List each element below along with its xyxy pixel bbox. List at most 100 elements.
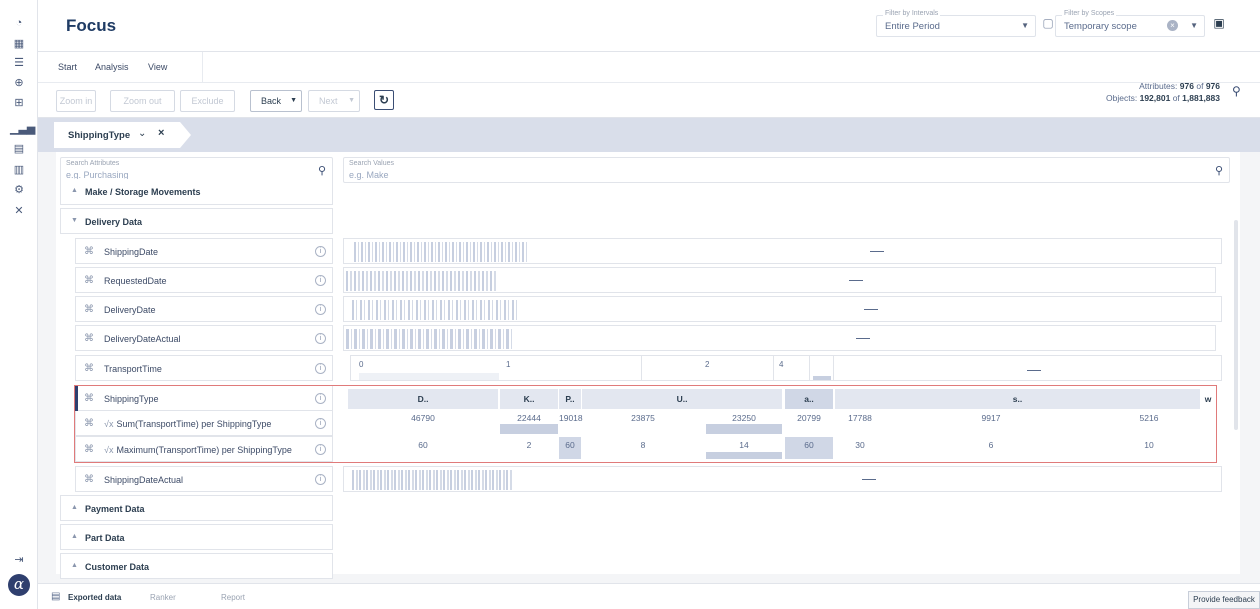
sum-value[interactable]: 20799 <box>785 413 833 423</box>
sum-value[interactable]: 46790 <box>348 413 498 423</box>
category-header[interactable]: P.. <box>559 389 581 409</box>
sum-value[interactable]: 22444 <box>500 413 558 423</box>
max-value[interactable]: 8 <box>582 440 704 450</box>
dashboard-icon[interactable]: ◔ <box>10 16 28 30</box>
layers-icon[interactable]: ☰ <box>10 56 28 70</box>
value-bar-delivery-date[interactable] <box>343 296 1222 322</box>
back-button[interactable]: Back ▼ <box>250 90 302 112</box>
max-value[interactable]: 10 <box>1097 440 1201 450</box>
tab-ranker[interactable]: Ranker <box>150 593 176 602</box>
sum-value[interactable]: 9917 <box>886 413 1096 423</box>
tab-view[interactable]: View <box>148 62 167 72</box>
tab-analysis[interactable]: Analysis <box>95 62 129 72</box>
sum-value[interactable]: 19018 <box>559 413 583 423</box>
search-icon[interactable]: ⚲ <box>318 164 326 177</box>
provide-feedback-button[interactable]: Provide feedback <box>1188 591 1260 609</box>
bin-divider <box>773 356 774 380</box>
value-bar-requested-date[interactable] <box>343 267 1216 293</box>
scope-filter-label: Filter by Scopes <box>1062 10 1117 17</box>
group-make[interactable]: ▲ Make / Storage Movements <box>60 179 333 205</box>
group-payment[interactable]: ▲ Payment Data <box>60 495 333 521</box>
grid-view-icon[interactable]: ▤ <box>10 142 28 156</box>
attribute-icon: ⌘ <box>84 304 94 315</box>
info-icon[interactable]: i <box>315 275 326 286</box>
value-bar-delivery-date-actual[interactable] <box>343 325 1216 351</box>
bar-chart-icon[interactable]: ▁▃▅ <box>10 122 35 136</box>
max-value[interactable]: 14 <box>706 440 782 450</box>
max-value[interactable]: 60 <box>559 440 581 450</box>
max-value[interactable]: 30 <box>835 440 885 450</box>
value-search-input[interactable]: Search Values e.g. Make ⚲ <box>343 157 1230 183</box>
attribute-label: ShippingDate <box>104 247 159 257</box>
logout-icon[interactable]: ⇥ <box>10 553 28 567</box>
breadcrumb-item[interactable]: ShippingType ⌄ × <box>54 122 191 148</box>
chevron-down-icon[interactable]: ⌄ <box>138 128 146 139</box>
search-icon[interactable]: ⚲ <box>1215 164 1223 177</box>
value-bar-transport-time[interactable]: 0 1 2 4 <box>350 355 1222 381</box>
category-header[interactable]: D.. <box>348 389 498 409</box>
save-scope-icon[interactable]: ▣ <box>1210 16 1228 34</box>
category-header[interactable]: w <box>1201 389 1215 409</box>
attribute-requested-date[interactable]: ⌘ RequestedDate i <box>75 267 333 293</box>
interval-filter[interactable]: Filter by Intervals Entire Period ▼ <box>876 10 1036 37</box>
exclude-button[interactable]: Exclude <box>180 90 235 112</box>
sum-value[interactable]: 23875 <box>582 413 704 423</box>
group-customer[interactable]: ▲ Customer Data <box>60 553 333 579</box>
sum-value[interactable]: 17788 <box>835 413 885 423</box>
info-icon[interactable]: i <box>315 246 326 257</box>
info-icon[interactable]: i <box>315 474 326 485</box>
tab-start[interactable]: Start <box>58 62 77 72</box>
category-header[interactable]: U.. <box>582 389 782 409</box>
attribute-shipping-date[interactable]: ⌘ ShippingDate i <box>75 238 333 264</box>
category-header[interactable]: a.. <box>785 389 833 409</box>
value-bar-shipping-date[interactable] <box>343 238 1222 264</box>
search-icon[interactable]: ⚲ <box>1232 84 1241 98</box>
tab-report[interactable]: Report <box>221 593 245 602</box>
list-view-icon[interactable]: ▥ <box>10 163 28 177</box>
group-delivery[interactable]: ▼ Delivery Data <box>60 208 333 234</box>
scrollbar[interactable] <box>1234 220 1238 430</box>
clear-scope-icon[interactable]: × <box>1167 20 1178 31</box>
scope-filter[interactable]: Filter by Scopes Temporary scope × ▼ <box>1055 10 1205 37</box>
info-icon[interactable]: i <box>315 363 326 374</box>
target-icon[interactable]: ⊕ <box>10 76 28 90</box>
category-header[interactable]: K.. <box>500 389 558 409</box>
attribute-icon: ⌘ <box>84 275 94 286</box>
sum-value[interactable]: 23250 <box>706 413 782 423</box>
value-search-placeholder: e.g. Make <box>349 170 389 180</box>
attribute-delivery-date-actual[interactable]: ⌘ DeliveryDateActual i <box>75 325 333 351</box>
value-bar-shipping-date-actual[interactable] <box>343 466 1222 492</box>
chevron-down-icon[interactable]: ▼ <box>1021 21 1029 30</box>
chevron-down-icon[interactable]: ▼ <box>348 91 355 111</box>
group-part[interactable]: ▲ Part Data <box>60 524 333 550</box>
max-value[interactable]: 60 <box>785 440 833 450</box>
info-icon[interactable]: i <box>315 333 326 344</box>
attribute-delivery-date[interactable]: ⌘ DeliveryDate i <box>75 296 333 322</box>
max-value[interactable]: 60 <box>348 440 498 450</box>
tools-icon[interactable]: ✕ <box>10 204 28 218</box>
sum-value[interactable]: 5216 <box>1097 413 1201 423</box>
sum-fill <box>500 424 558 434</box>
max-value[interactable]: 2 <box>500 440 558 450</box>
attributes-of: of <box>1196 81 1204 91</box>
max-value[interactable]: 6 <box>886 440 1096 450</box>
table-icon[interactable]: ⊞ <box>10 96 28 110</box>
refresh-button[interactable]: ↻ <box>374 90 394 110</box>
zoom-in-button[interactable]: Zoom in <box>56 90 96 112</box>
tick-label: 1 <box>506 360 511 369</box>
attribute-shipping-date-actual[interactable]: ⌘ ShippingDateActual i <box>75 466 333 492</box>
tab-exported-data[interactable]: Exported data <box>68 593 121 602</box>
objects-label: Objects: <box>1106 93 1138 103</box>
category-header[interactable]: s.. <box>835 389 1200 409</box>
close-icon[interactable]: × <box>158 127 164 139</box>
chevron-down-icon[interactable]: ▼ <box>1190 21 1198 30</box>
chevron-down-icon[interactable]: ▼ <box>290 91 297 111</box>
grid-icon[interactable]: ▦ <box>10 37 28 51</box>
zoom-out-button[interactable]: Zoom out <box>110 90 175 112</box>
alpha-logo: α <box>8 574 30 596</box>
attributes-label: Attributes: <box>1139 81 1178 91</box>
next-button[interactable]: Next ▼ <box>308 90 360 112</box>
info-icon[interactable]: i <box>315 304 326 315</box>
attribute-transport-time[interactable]: ⌘ TransportTime i <box>75 355 333 381</box>
settings-icon[interactable]: ⚙ <box>10 183 28 197</box>
